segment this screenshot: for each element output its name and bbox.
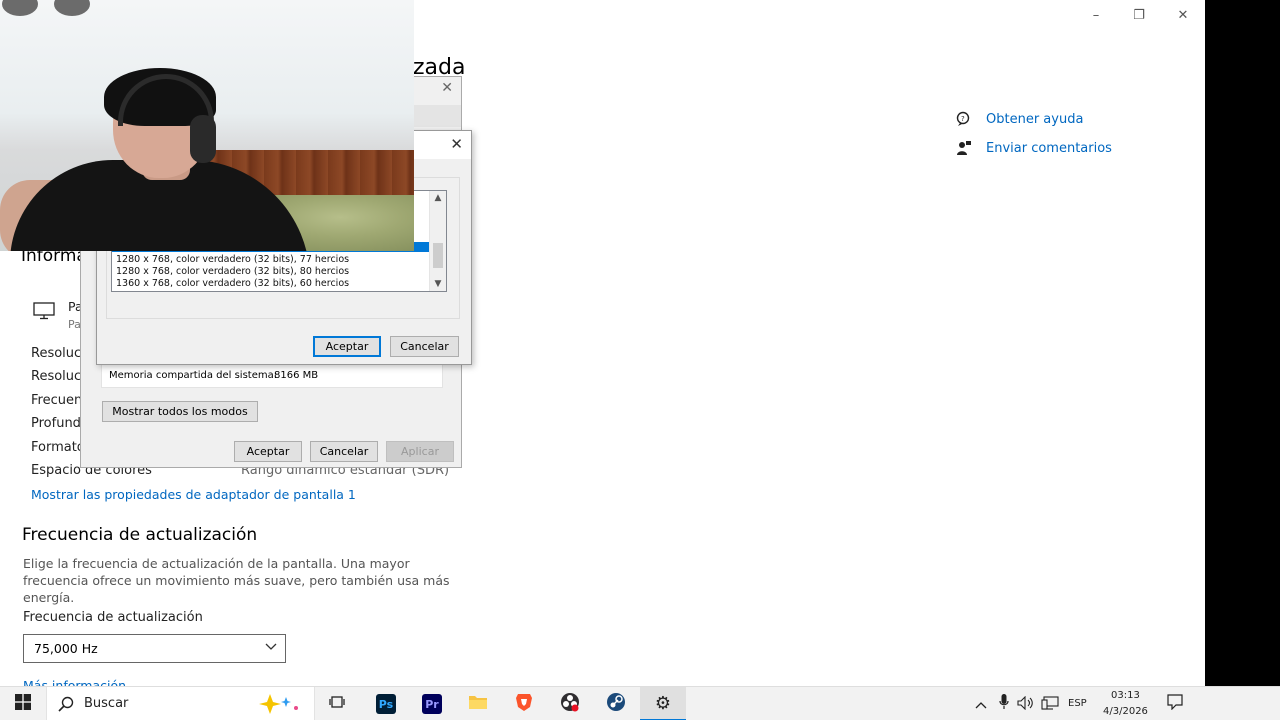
- steam-button[interactable]: [604, 687, 628, 720]
- send-feedback-label[interactable]: Enviar comentarios: [986, 141, 1112, 156]
- folder-icon: [468, 693, 488, 715]
- adapter-cancel-button[interactable]: Cancelar: [310, 441, 378, 462]
- refresh-rate-select-label: Frecuencia de actualización: [23, 610, 203, 625]
- settings-window: – ❐ ✕ zada ? Obtener ayuda Enviar coment…: [0, 0, 1205, 686]
- refresh-rate-value: 75,000 Hz: [34, 641, 98, 656]
- microphone-button[interactable]: [995, 687, 1013, 720]
- settings-taskbar-button[interactable]: ⚙: [640, 687, 686, 720]
- sparkle-icon: [252, 693, 304, 719]
- notification-icon: [1167, 694, 1183, 714]
- prop-label-depth: Profundi: [31, 416, 85, 431]
- webcam-top-blobs: [0, 0, 100, 18]
- start-button[interactable]: [0, 687, 46, 720]
- modes-dialog-close-button[interactable]: ✕: [450, 135, 463, 153]
- refresh-rate-title: Frecuencia de actualización: [22, 525, 258, 545]
- scroll-up-icon[interactable]: ▲: [430, 193, 446, 203]
- help-chat-icon: ?: [956, 111, 972, 127]
- taskbar-search[interactable]: Buscar: [46, 687, 315, 720]
- network-icon: [1041, 695, 1059, 714]
- premiere-icon: Pr: [422, 694, 442, 714]
- chevron-up-icon: [975, 695, 987, 714]
- obs-button[interactable]: [558, 687, 582, 720]
- microphone-icon: [999, 694, 1009, 714]
- modes-scrollbar[interactable]: ▲ ▼: [429, 191, 446, 291]
- notification-center-button[interactable]: [1160, 687, 1190, 720]
- send-feedback-link[interactable]: Enviar comentarios: [956, 140, 1112, 156]
- file-explorer-button[interactable]: [466, 687, 490, 720]
- svg-text:?: ?: [961, 115, 965, 123]
- list-all-modes-button[interactable]: Mostrar todos los modos: [102, 401, 258, 422]
- network-button[interactable]: [1040, 687, 1060, 720]
- photoshop-icon: Ps: [376, 694, 396, 714]
- task-view-icon: [329, 694, 347, 714]
- language-indicator[interactable]: ESP: [1068, 698, 1087, 709]
- refresh-rate-select[interactable]: 75,000 Hz: [23, 634, 286, 663]
- taskbar: Buscar Ps Pr ⚙ ESP 03:13 4/3/2026: [0, 686, 1280, 720]
- brave-icon: [514, 692, 534, 716]
- prop-label-format: Formato: [31, 440, 85, 455]
- feedback-icon: [956, 140, 972, 156]
- monitor-icon: [33, 302, 55, 324]
- adapter-apply-button[interactable]: Aplicar: [386, 441, 454, 462]
- photoshop-button[interactable]: Ps: [374, 687, 398, 720]
- adapter-properties-link[interactable]: Mostrar las propiedades de adaptador de …: [31, 487, 356, 502]
- tray-overflow-button[interactable]: [972, 687, 990, 720]
- refresh-rate-description: Elige la frecuencia de actualización de …: [23, 556, 450, 605]
- memory-value: 8166 MB: [274, 370, 319, 381]
- adapter-accept-button[interactable]: Aceptar: [234, 441, 302, 462]
- obs-icon: [560, 692, 580, 716]
- modes-list-item[interactable]: 1280 x 768, color verdadero (32 bits), 7…: [116, 254, 349, 265]
- maximize-button[interactable]: ❐: [1119, 4, 1159, 28]
- modes-list-item[interactable]: 1280 x 768, color verdadero (32 bits), 8…: [116, 266, 349, 277]
- webcam-overlay: [0, 0, 414, 251]
- adapter-dialog-close-button[interactable]: ✕: [441, 80, 453, 96]
- scroll-down-icon[interactable]: ▼: [430, 279, 446, 289]
- search-placeholder: Buscar: [84, 696, 129, 711]
- webcam-headphone-cup: [190, 115, 216, 163]
- premiere-button[interactable]: Pr: [420, 687, 444, 720]
- prop-label-resolution: Resoluci: [31, 346, 85, 361]
- modes-accept-button[interactable]: Aceptar: [313, 336, 381, 357]
- scroll-thumb[interactable]: [433, 243, 443, 268]
- brave-button[interactable]: [512, 687, 536, 720]
- minimize-button[interactable]: –: [1076, 4, 1116, 28]
- search-icon: [58, 696, 74, 716]
- modes-cancel-button[interactable]: Cancelar: [390, 336, 459, 357]
- clock-time[interactable]: 03:13: [1111, 690, 1140, 701]
- chevron-down-icon: [265, 640, 277, 655]
- screen-edge: [1205, 0, 1280, 686]
- memory-info-box: Memoria compartida del sistema: 8166 MB: [101, 362, 443, 388]
- windows-icon: [15, 694, 31, 714]
- close-button[interactable]: ✕: [1163, 4, 1203, 28]
- speaker-icon: [1017, 695, 1035, 714]
- get-help-link[interactable]: ? Obtener ayuda: [956, 111, 1083, 127]
- steam-icon: [606, 692, 626, 716]
- gear-icon: ⚙: [654, 692, 672, 714]
- get-help-label[interactable]: Obtener ayuda: [986, 112, 1083, 127]
- volume-button[interactable]: [1016, 687, 1036, 720]
- memory-label: Memoria compartida del sistema:: [109, 370, 278, 381]
- display-subtitle: Pa: [68, 318, 81, 331]
- clock-date[interactable]: 4/3/2026: [1103, 706, 1148, 717]
- modes-list-item[interactable]: 1360 x 768, color verdadero (32 bits), 6…: [116, 278, 349, 289]
- task-view-button[interactable]: [326, 687, 350, 720]
- more-info-link[interactable]: Más información: [23, 678, 126, 686]
- prop-label-active-resolution: Resoluci: [31, 369, 85, 384]
